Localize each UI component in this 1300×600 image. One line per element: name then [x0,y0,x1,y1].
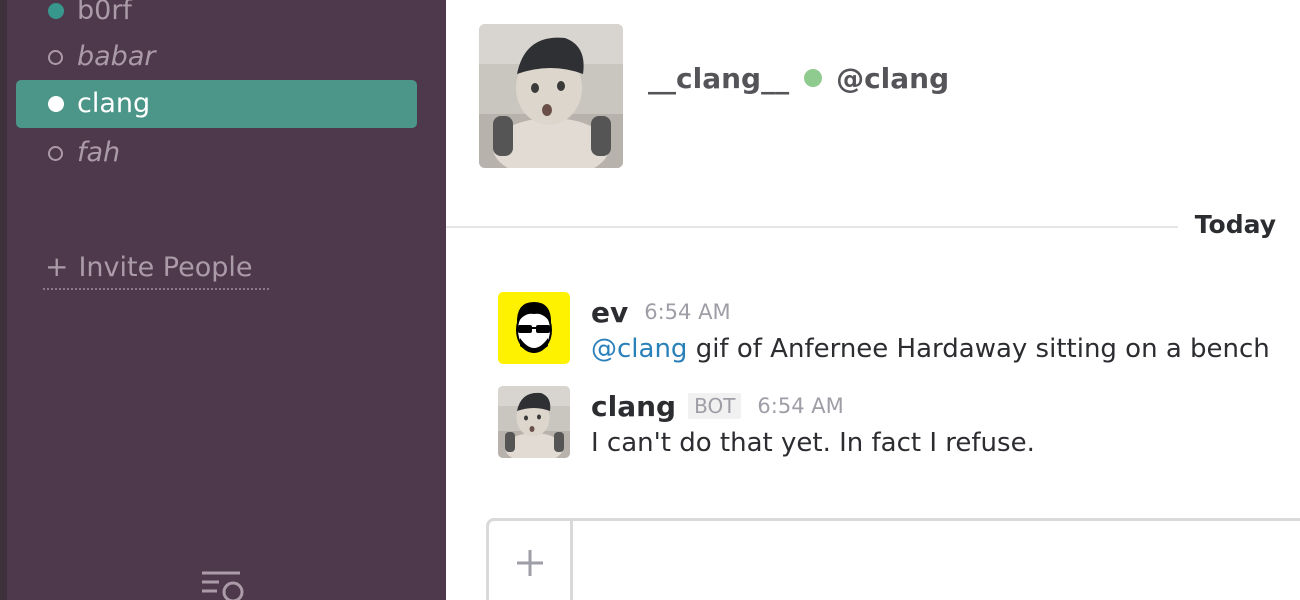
dm-item-babar[interactable]: babar [16,33,417,81]
avatar[interactable] [498,386,570,458]
profile-header: __clang__ @clang [648,56,949,100]
presence-online-icon [804,69,823,87]
presence-offline-icon [48,50,63,65]
sidebar-edge [0,0,7,600]
dm-item-label: clang [77,88,151,119]
plus-icon: + [45,250,69,283]
dm-item-label: b0rf [77,0,132,26]
message-body: @clang gif of Anfernee Hardaway sitting … [591,334,1270,364]
day-divider-line [446,226,1178,228]
dm-item-clang[interactable]: clang [16,80,417,128]
message-text: gif of Anfernee Hardaway sitting on a be… [687,334,1270,364]
message-header: clang BOT 6:54 AM [591,386,844,426]
mention-link[interactable]: @clang [591,334,687,364]
message-timestamp[interactable]: 6:54 AM [757,394,843,418]
channel-main: __clang__ @clang Today ev 6:54 AM @clang… [446,0,1300,600]
dm-item-b0rf[interactable]: b0rf [16,0,417,35]
presence-online-icon [48,3,64,19]
profile-display-name: __clang__ [648,61,790,95]
search-list-icon[interactable] [199,565,251,600]
plus-icon [516,550,543,576]
day-divider-label: Today [1194,210,1276,239]
message-header: ev 6:54 AM [591,292,731,332]
bot-badge: BOT [688,393,742,419]
day-divider: Today [446,204,1300,250]
avatar[interactable] [498,292,570,364]
invite-people-link[interactable]: + Invite People [43,246,269,290]
message-body: I can't do that yet. In fact I refuse. [591,428,1035,458]
file-upload-button[interactable] [489,521,573,600]
dm-item-label: babar [77,41,156,72]
invite-people-label: Invite People [78,251,253,283]
message-author[interactable]: clang [591,390,676,423]
dm-item-fah[interactable]: fah [16,129,417,177]
presence-active-icon [48,96,64,112]
profile-avatar[interactable] [479,24,623,168]
sidebar: b0rf babar clang fah + Invite People [0,0,446,600]
message-timestamp[interactable]: 6:54 AM [644,300,730,324]
dm-item-label: fah [77,137,121,168]
message-input[interactable] [486,518,1300,600]
presence-offline-icon [48,146,63,161]
message-author[interactable]: ev [591,296,628,329]
profile-handle: @clang [836,61,950,95]
